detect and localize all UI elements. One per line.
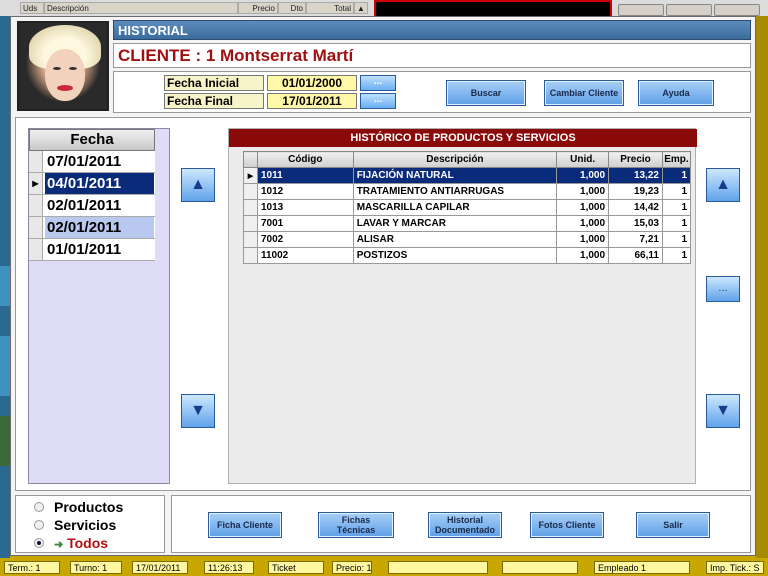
date-list-header: Fecha: [29, 129, 155, 151]
radio-productos[interactable]: Productos: [30, 498, 160, 516]
radio-servicios[interactable]: Servicios: [30, 516, 160, 534]
table-row[interactable]: 1012 TRATAMIENTO ANTIARRUGAS 1,000 19,23…: [243, 183, 692, 200]
date-item[interactable]: 07/01/2011: [29, 151, 155, 173]
history-scroll-down-button[interactable]: ▼: [706, 394, 740, 428]
date-item[interactable]: ▶ 04/01/2011: [29, 173, 155, 195]
status-time: 11:26:13: [204, 561, 254, 574]
type-filter: Productos Servicios ➜ Todos: [15, 495, 165, 553]
history-more-button[interactable]: ...: [706, 276, 740, 302]
main-panel: Fecha 07/01/2011 ▶ 04/01/2011 02/01/2011 …: [15, 117, 751, 491]
col-header-unid[interactable]: Unid.: [556, 151, 610, 168]
status-bar: Term.: 1 Turno: 1 17/01/2011 11:26:13 Ti…: [0, 558, 768, 576]
background-left-strip: [0, 16, 10, 558]
dates-scroll-up-button[interactable]: ▲: [181, 168, 215, 202]
history-table-area: HISTÓRICO DE PRODUCTOS Y SERVICIOS Códig…: [228, 128, 697, 484]
radio-todos[interactable]: ➜ Todos: [30, 534, 160, 552]
table-row[interactable]: 7002 ALISAR 1,000 7,21 1: [243, 231, 692, 248]
table-row[interactable]: ▶ 1011 FIJACIÓN NATURAL 1,000 13,22 1: [243, 167, 692, 184]
col-header-emp[interactable]: Emp.: [661, 151, 692, 168]
bg-scroll-up-icon[interactable]: ▲: [354, 2, 368, 14]
table-row[interactable]: 1013 MASCARILLA CAPILAR 1,000 14,42 1: [243, 199, 692, 216]
status-blank: [502, 561, 578, 574]
bg-col-uds: Uds: [20, 2, 44, 14]
dialog-title: HISTORIAL: [113, 20, 751, 40]
change-client-button[interactable]: Cambiar Cliente: [544, 80, 624, 106]
status-ticket: Ticket: [268, 561, 324, 574]
status-precio: Precio: 1: [332, 561, 372, 574]
radio-selected-icon: [34, 538, 44, 548]
salir-button[interactable]: Salir: [636, 512, 710, 538]
historial-dialog: HISTORIAL CLIENTE : 1 Montserrat Martí F…: [10, 16, 756, 556]
date-item[interactable]: 01/01/2011: [29, 239, 155, 261]
bg-tab[interactable]: [618, 4, 664, 16]
col-header-codigo[interactable]: Código: [256, 151, 354, 168]
historial-documentado-button[interactable]: Historial Documentado: [428, 512, 502, 538]
table-row[interactable]: 7001 LAVAR Y MARCAR 1,000 15,03 1: [243, 215, 692, 232]
status-date: 17/01/2011: [132, 561, 188, 574]
radio-icon: [34, 502, 44, 512]
start-date-label: Fecha Inicial: [164, 75, 264, 91]
status-imp-tick: Imp. Tick.: S: [706, 561, 764, 574]
help-button[interactable]: Ayuda: [638, 80, 714, 106]
start-date-picker-button[interactable]: ...: [360, 75, 396, 91]
table-row[interactable]: 11002 POSTIZOS 1,000 66,11 1: [243, 247, 692, 264]
col-header-precio[interactable]: Precio: [608, 151, 663, 168]
end-date-picker-button[interactable]: ...: [360, 93, 396, 109]
fichas-tecnicas-button[interactable]: Fichas Técnicas: [318, 512, 394, 538]
date-item[interactable]: 02/01/2011: [29, 217, 155, 239]
dates-scroll-down-button[interactable]: ▼: [181, 394, 215, 428]
client-name: CLIENTE : 1 Montserrat Martí: [118, 46, 354, 65]
history-scroll-up-button[interactable]: ▲: [706, 168, 740, 202]
status-empleado: Empleado 1: [594, 561, 690, 574]
client-photo: [17, 21, 109, 111]
ficha-cliente-button[interactable]: Ficha Cliente: [208, 512, 282, 538]
background-tabs: [616, 4, 768, 16]
start-date-field[interactable]: 01/01/2000: [267, 75, 357, 91]
background-right-strip: [756, 16, 768, 558]
date-list: Fecha 07/01/2011 ▶ 04/01/2011 02/01/2011 …: [28, 128, 170, 484]
date-filter-box: Fecha Inicial 01/01/2000 ... Fecha Final…: [113, 71, 751, 113]
bg-col-precio: Precio: [238, 2, 278, 14]
end-date-label: Fecha Final: [164, 93, 264, 109]
col-header-descripcion[interactable]: Descripción: [352, 151, 558, 168]
arrow-down-icon: ▼: [190, 402, 206, 419]
end-date-field[interactable]: 17/01/2011: [267, 93, 357, 109]
bg-col-total: Total: [306, 2, 354, 14]
date-item[interactable]: 02/01/2011: [29, 195, 155, 217]
double-arrow-icon: ➜: [54, 539, 64, 551]
fotos-cliente-button[interactable]: Fotos Cliente: [530, 512, 604, 538]
status-blank: [388, 561, 488, 574]
bg-col-descripcion: Descripción: [44, 2, 238, 14]
row-pointer-icon: ▶: [29, 173, 43, 194]
action-bar: Ficha Cliente Fichas Técnicas Historial …: [171, 495, 751, 553]
history-table: Código Descripción Unid. Precio Emp. ▶ 1…: [243, 151, 692, 264]
history-title: HISTÓRICO DE PRODUCTOS Y SERVICIOS: [229, 129, 697, 147]
bg-tab[interactable]: [714, 4, 760, 16]
search-button[interactable]: Buscar: [446, 80, 526, 106]
bg-tab[interactable]: [666, 4, 712, 16]
arrow-up-icon: ▲: [715, 176, 731, 193]
status-terminal: Term.: 1: [4, 561, 60, 574]
arrow-up-icon: ▲: [190, 176, 206, 193]
arrow-down-icon: ▼: [715, 402, 731, 419]
row-pointer-icon: ▶: [243, 167, 258, 184]
client-box: CLIENTE : 1 Montserrat Martí: [113, 43, 751, 68]
bg-col-dto: Dto: [278, 2, 306, 14]
radio-icon: [34, 520, 44, 530]
status-turno: Turno: 1: [70, 561, 122, 574]
